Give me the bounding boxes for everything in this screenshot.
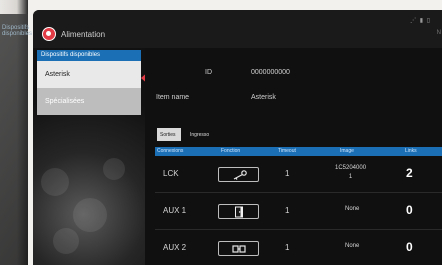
bg-hex-2 [73, 198, 107, 232]
bg-hex-3 [103, 158, 125, 180]
double-door-icon[interactable] [218, 241, 259, 256]
menu-item-asterisk[interactable]: Asterisk [37, 61, 141, 88]
row-name: AUX 2 [163, 243, 187, 252]
bg-hex-4 [53, 228, 79, 254]
table-row[interactable]: LCK 1 1C5204000 1 2 [155, 156, 442, 193]
key-icon[interactable] [218, 167, 259, 182]
status-icons: ⋰ ▮ ▯ [410, 18, 431, 24]
menu-item-specialisees[interactable]: Spécialisées [37, 88, 141, 115]
door-icon[interactable] [218, 204, 259, 219]
background-left-panel: Dispositifs disponibles [0, 0, 32, 265]
table-header: Connexions Fonction Timeout Image Links [155, 147, 442, 156]
item-name-value: Asterisk [251, 94, 276, 101]
device-screen: ⋰ ▮ ▯ Alimentation N Dispositifs disponi… [33, 10, 442, 265]
corner-indicator: N [436, 30, 441, 36]
table-row[interactable]: AUX 1 1 None 0 [155, 193, 442, 230]
title-bar: ⋰ ▮ ▯ Alimentation N [33, 10, 442, 48]
row-links: 0 [406, 240, 413, 254]
row-image: None [345, 206, 360, 212]
row-name: AUX 1 [163, 206, 187, 215]
row-timeout: 1 [285, 243, 290, 252]
bg-hex-1 [41, 168, 69, 196]
tab-ingresso[interactable]: Ingresso [187, 128, 217, 141]
background-device-sliver [0, 14, 28, 265]
row-links: 0 [406, 203, 413, 217]
row-links: 2 [406, 166, 413, 180]
row-timeout: 1 [285, 169, 290, 178]
row-image: None [345, 243, 360, 249]
id-value: 0000000000 [251, 69, 290, 76]
th-connexions: Connexions [157, 148, 184, 154]
id-label: ID [205, 69, 212, 76]
row-name: LCK [163, 169, 179, 178]
th-links: Links [405, 148, 417, 154]
menu-header: Dispositifs disponibles [37, 50, 141, 61]
app-title: Alimentation [61, 30, 106, 39]
device-menu: Dispositifs disponibles Asterisk Spécial… [37, 50, 141, 115]
tab-sorties[interactable]: Sorties [157, 128, 181, 141]
th-fonction: Fonction [221, 148, 241, 154]
th-image: Image [340, 148, 354, 154]
table-row[interactable]: AUX 2 1 None 0 [155, 230, 442, 265]
row-image: 1C5204000 1 [335, 165, 367, 180]
item-name-label: Item name [156, 94, 190, 101]
row-timeout: 1 [285, 206, 290, 215]
connections-table: Connexions Fonction Timeout Image Links … [155, 147, 442, 265]
background-sliver-text: Dispositifs disponibles [2, 25, 33, 37]
th-timeout: Timeout [278, 148, 296, 154]
app-logo-icon [42, 27, 56, 41]
